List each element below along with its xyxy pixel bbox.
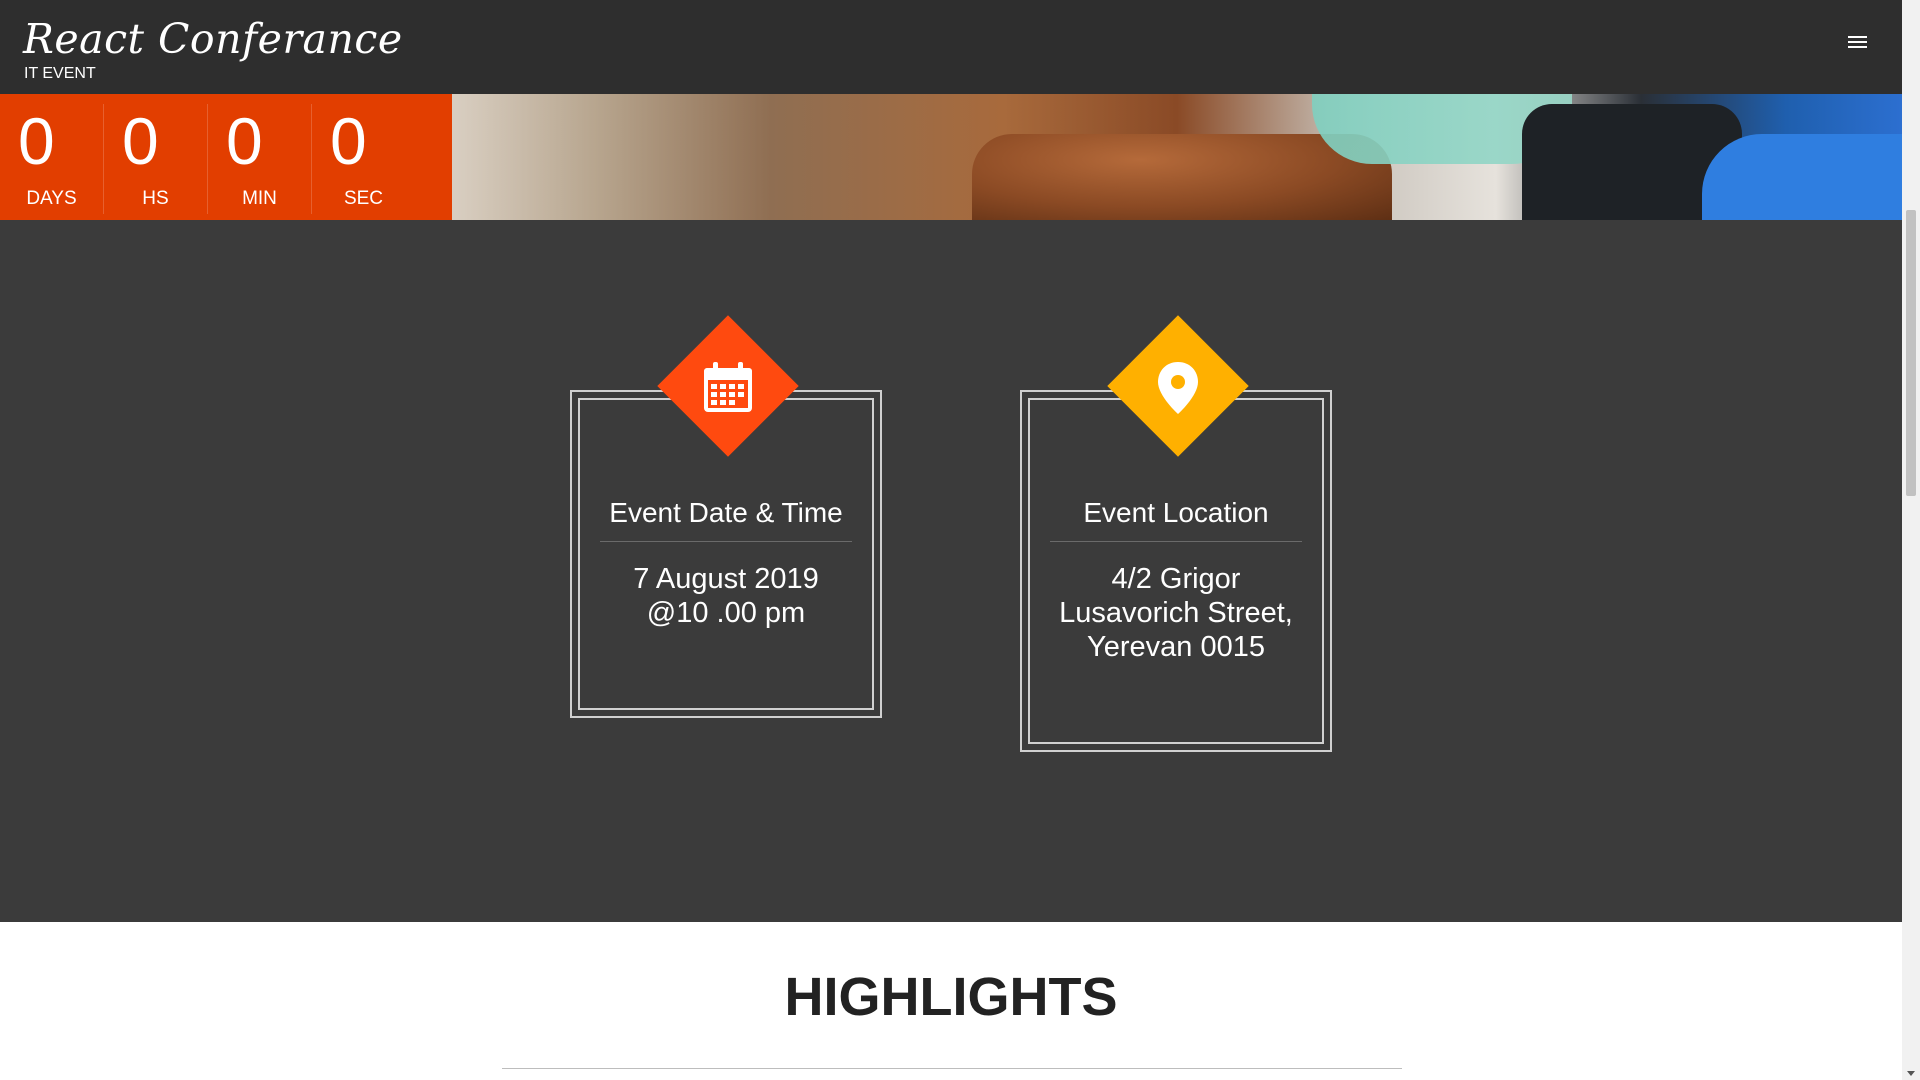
event-location-title: Event Location xyxy=(1083,497,1269,528)
countdown-days-label: DAYS xyxy=(26,188,77,209)
countdown-minutes: 0 MIN xyxy=(208,104,312,214)
countdown-minutes-value: 0 xyxy=(226,104,263,178)
countdown-seconds: 0 SEC xyxy=(312,104,415,214)
event-date-title: Event Date & Time xyxy=(609,497,843,528)
page-scrollbar[interactable] xyxy=(1902,0,1920,1080)
hero-photo-shirt xyxy=(1702,134,1902,220)
event-date-value: 7 August 2019 @10 .00 pm xyxy=(582,562,870,630)
highlights-divider xyxy=(502,1068,1402,1069)
card-divider xyxy=(600,541,852,542)
event-location-line: 4/2 Grigor xyxy=(1111,563,1241,595)
hero-banner: 0 DAYS 0 HS 0 MIN 0 SEC xyxy=(0,94,1902,220)
countdown-seconds-value: 0 xyxy=(330,104,367,178)
countdown-seconds-label: SEC xyxy=(343,188,384,209)
card-divider xyxy=(1050,541,1302,542)
scrollbar-thumb[interactable] xyxy=(1906,210,1916,496)
hero-photo xyxy=(452,94,1902,220)
countdown-hours-label: HS xyxy=(142,188,169,209)
countdown-days-value: 0 xyxy=(18,104,55,178)
menu-bar xyxy=(1848,41,1867,43)
event-location-line: Yerevan 0015 xyxy=(1087,631,1265,663)
scroll-down-arrow-icon[interactable] xyxy=(1907,1071,1915,1076)
site-title[interactable]: React Conferance xyxy=(23,14,403,64)
event-time-line: @10 .00 pm xyxy=(646,597,806,629)
hero-photo-couch xyxy=(972,134,1392,220)
event-location-line: Lusavorich Street, xyxy=(1059,597,1293,629)
highlights-heading: HIGHLIGHTS xyxy=(784,967,1118,1027)
hamburger-menu-icon[interactable] xyxy=(1848,36,1868,54)
menu-bar xyxy=(1848,36,1867,38)
menu-bar xyxy=(1848,46,1867,48)
event-info-section: Event Date & Time 7 August 2019 @10 .00 … xyxy=(0,220,1902,922)
countdown-minutes-label: MIN xyxy=(242,188,277,209)
countdown-hours-value: 0 xyxy=(122,104,159,178)
event-location-value: 4/2 Grigor Lusavorich Street, Yerevan 00… xyxy=(1032,562,1320,664)
countdown-timer: 0 DAYS 0 HS 0 MIN 0 SEC xyxy=(0,94,452,220)
site-header: React Conferance IT EVENT xyxy=(0,0,1902,94)
map-pin-icon xyxy=(1158,362,1198,414)
countdown-days: 0 DAYS xyxy=(0,104,104,214)
site-subtitle: IT EVENT xyxy=(24,65,96,82)
calendar-icon xyxy=(704,362,752,412)
event-date-line: 7 August 2019 xyxy=(633,563,819,595)
countdown-hours: 0 HS xyxy=(104,104,208,214)
